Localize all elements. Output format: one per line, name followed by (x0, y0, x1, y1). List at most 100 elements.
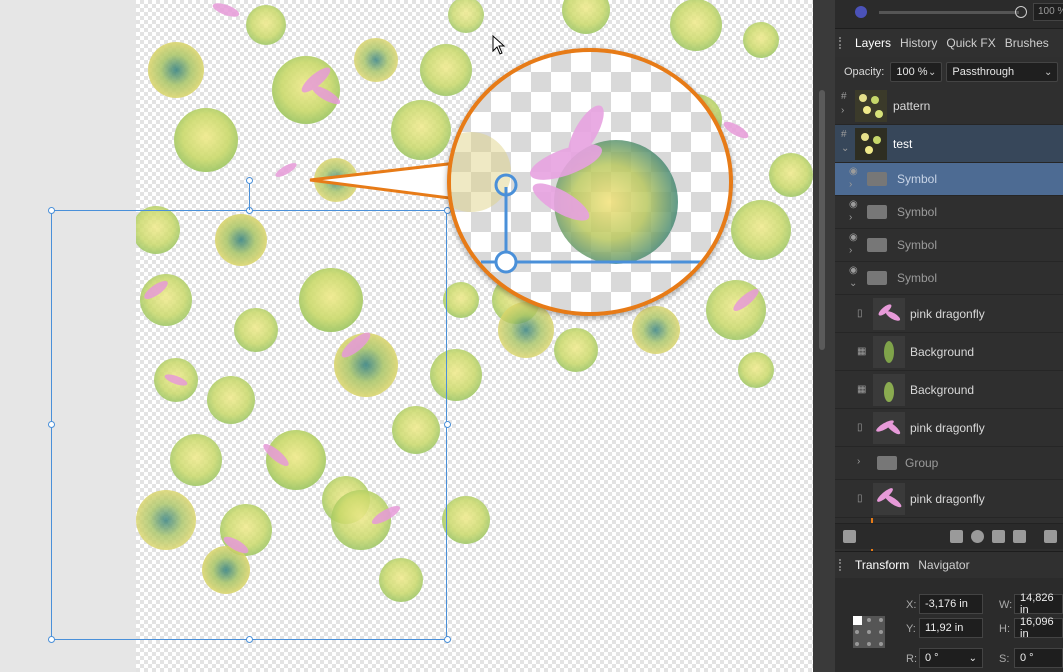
expand-chevron-icon[interactable]: › (849, 212, 852, 223)
folder-icon (867, 205, 887, 219)
h-field[interactable]: 16,096 in (1014, 616, 1063, 640)
rotation-field[interactable]: 0 ° ⌄ (919, 648, 983, 668)
brush-icon[interactable] (1013, 530, 1026, 543)
layer-thumbnail (855, 127, 887, 160)
w-field[interactable]: 14,826 in (1014, 592, 1063, 616)
right-panel: 100 % Layers History Quick FX Brushes Op… (835, 0, 1063, 672)
tab-transform[interactable]: Transform (855, 558, 909, 572)
layer-row[interactable]: ◉ › Symbol (835, 229, 1063, 262)
layer-row[interactable]: ▯ pink dragonfly (835, 480, 1063, 518)
layer-stack-icon[interactable] (843, 530, 856, 543)
layer-thumbnail (873, 335, 905, 368)
pixel-layer-icon: ▦ (857, 346, 867, 357)
layer-row[interactable]: ▯ pink dragonfly (835, 409, 1063, 447)
visibility-icon[interactable]: ◉ (849, 166, 858, 177)
slider-knob[interactable] (1015, 6, 1027, 18)
resize-handle-bottom[interactable] (246, 636, 253, 643)
opacity-row: Opacity: 100 % ⌄ Passthrough ⌄ (835, 57, 1063, 87)
symbol-icon: ▯ (857, 422, 863, 433)
tab-history[interactable]: History (900, 36, 937, 50)
canvas-area[interactable] (0, 0, 813, 672)
s-label: S: (999, 653, 1010, 665)
visibility-icon[interactable]: ◉ (849, 232, 858, 243)
resize-handle-bottom-right[interactable] (444, 636, 451, 643)
layer-name: pattern (893, 98, 931, 113)
layer-row[interactable]: ◉ ⌄ Symbol (835, 262, 1063, 295)
rotation-handle[interactable] (246, 177, 253, 184)
layer-name: pink dragonfly (910, 491, 985, 506)
layer-group-icon[interactable]: # (841, 129, 847, 140)
panel-grip-icon[interactable] (839, 37, 847, 49)
layers-bottom-toolbar (835, 523, 1063, 549)
resize-handle-left[interactable] (48, 421, 55, 428)
layers-list: # › pattern # ⌄ test ◉ › Symbol ◉ › Symb… (835, 87, 1063, 571)
layer-thumbnail (873, 411, 905, 444)
expand-chevron-icon[interactable]: ⌄ (849, 278, 857, 289)
opacity-label: Opacity: (844, 66, 885, 78)
blend-mode-dropdown[interactable]: Passthrough ⌄ (946, 62, 1059, 82)
resize-handle-bottom-left[interactable] (48, 636, 55, 643)
color-swatch-icon[interactable] (855, 6, 867, 18)
layer-thumbnail (873, 373, 905, 406)
layer-row[interactable]: ◉ › Symbol (835, 196, 1063, 229)
tab-navigator[interactable]: Navigator (918, 558, 969, 572)
rotation-handle-stem (249, 182, 250, 210)
slider-track[interactable] (879, 11, 1019, 14)
layer-name: Symbol (897, 238, 938, 252)
layer-row[interactable]: ▦ Background (835, 333, 1063, 371)
expand-chevron-icon[interactable]: ⌄ (841, 143, 849, 154)
transform-panel-tabs: Transform Navigator (835, 552, 1063, 578)
opacity-dropdown[interactable]: 100 % ⌄ (890, 62, 943, 82)
anchor-point-selector[interactable] (851, 614, 887, 650)
layer-name: Symbol (897, 271, 938, 285)
resize-handle-top-left[interactable] (48, 207, 55, 214)
expand-chevron-icon[interactable]: › (849, 179, 852, 190)
tab-layers[interactable]: Layers (855, 36, 891, 50)
layer-row[interactable]: # › pattern (835, 87, 1063, 125)
visibility-icon[interactable]: ◉ (849, 265, 858, 276)
folder-icon (867, 271, 887, 285)
layer-name: pink dragonfly (910, 306, 985, 321)
y-field[interactable]: 11,92 in (919, 618, 983, 638)
x-field[interactable]: -3,176 in (919, 594, 983, 614)
top-slider-bar: 100 % (835, 0, 1063, 28)
selection-bounding-box[interactable] (51, 210, 447, 640)
layer-group-icon[interactable]: # (841, 91, 847, 102)
chevron-down-icon: ⌄ (968, 652, 977, 664)
vertical-scrollbar[interactable] (813, 0, 835, 672)
layer-row[interactable]: ◉ › Symbol (835, 163, 1063, 196)
blend-mode-value: Passthrough (952, 66, 1015, 78)
folder-icon (867, 238, 887, 252)
chevron-down-icon: ⌄ (927, 66, 937, 78)
expand-chevron-icon[interactable]: › (857, 456, 860, 467)
layer-row[interactable]: ▦ Background (835, 371, 1063, 409)
transform-panel: Transform Navigator X: -3,176 in W: 14,8… (835, 551, 1063, 672)
mask-icon[interactable] (950, 530, 963, 543)
layer-row[interactable]: › Group (835, 447, 1063, 480)
panel-grip-icon[interactable] (839, 559, 847, 571)
scrollbar-thumb[interactable] (819, 90, 825, 350)
top-slider-value[interactable]: 100 % (1033, 3, 1063, 21)
layer-name: Symbol (897, 172, 938, 186)
visibility-icon[interactable]: ◉ (849, 199, 858, 210)
layer-thumbnail (855, 89, 887, 122)
w-label: W: (999, 599, 1013, 611)
h-label: H: (999, 623, 1010, 635)
rotation-value: 0 ° (925, 652, 939, 664)
tab-brushes[interactable]: Brushes (1005, 36, 1049, 50)
tab-quick-fx[interactable]: Quick FX (946, 36, 995, 50)
magnified-view (451, 105, 729, 274)
chevron-down-icon: ⌄ (1043, 66, 1053, 78)
zoom-magnifier-callout (447, 48, 733, 316)
expand-chevron-icon[interactable]: › (849, 245, 852, 256)
expand-chevron-icon[interactable]: › (841, 105, 844, 116)
resize-handle-right[interactable] (444, 421, 451, 428)
layer-row[interactable]: # ⌄ test (835, 125, 1063, 163)
layer-thumbnail (873, 297, 905, 330)
shear-field[interactable]: 0 ° (1014, 648, 1063, 668)
layer-row[interactable]: ▯ pink dragonfly (835, 295, 1063, 333)
layer-name: Background (910, 344, 975, 359)
adjustment-icon[interactable] (971, 530, 984, 543)
add-layer-icon[interactable] (1044, 530, 1057, 543)
fx-icon[interactable] (992, 530, 1005, 543)
